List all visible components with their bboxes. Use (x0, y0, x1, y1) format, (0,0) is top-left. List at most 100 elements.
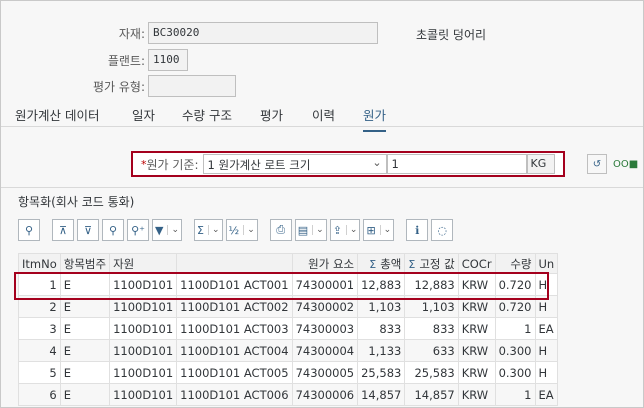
align-bottom-icon[interactable]: ⊽ (77, 219, 99, 241)
oo-link-icon[interactable]: OO■ (613, 159, 638, 170)
col-unit[interactable]: Un (534, 253, 559, 274)
table-cell[interactable]: KRW (457, 295, 496, 318)
table-cell[interactable]: E (59, 317, 111, 340)
zoom-icon[interactable]: ⚲ (18, 219, 40, 241)
table-cell[interactable]: 4 (18, 339, 61, 362)
table-cell[interactable]: 14,857 (357, 383, 406, 406)
sum-icon[interactable]: Σ ⌄ (194, 219, 223, 241)
table-cell[interactable]: 833 (404, 317, 459, 340)
table-cell[interactable]: 0.300 (494, 339, 536, 362)
tab-costing-data[interactable]: 원가계산 데이터 (15, 105, 99, 124)
table-cell[interactable]: KRW (457, 317, 496, 340)
col-item-category[interactable]: 항목범주 (59, 253, 111, 274)
table-cell[interactable]: 1100D101 (109, 295, 178, 318)
table-cell[interactable]: 2 (18, 295, 61, 318)
table-cell[interactable]: 1100D101 ACT004 (176, 339, 293, 362)
table-cell[interactable]: 0.720 (494, 295, 536, 318)
table-cell[interactable]: 25,583 (404, 361, 459, 384)
table-cell[interactable]: H (534, 339, 559, 362)
costing-lot-unit-field[interactable]: KG (526, 154, 555, 174)
table-cell[interactable]: 74300001 (291, 273, 359, 296)
col-resource-desc[interactable] (176, 253, 293, 274)
tab-history[interactable]: 이력 (312, 105, 335, 124)
col-itmno[interactable]: ItmNo (18, 253, 61, 274)
table-cell[interactable]: 5 (18, 361, 61, 384)
table-cell[interactable]: 74300005 (291, 361, 359, 384)
table-cell[interactable]: 14,857 (404, 383, 459, 406)
valuation-type-field[interactable] (148, 75, 236, 97)
table-cell[interactable]: 1 (494, 317, 536, 340)
table-cell[interactable]: KRW (457, 383, 496, 406)
table-cell[interactable]: 1100D101 ACT002 (176, 295, 293, 318)
table-row[interactable]: 3 E 1100D101 1100D101 ACT003 74300003 833 833 K… (18, 317, 559, 340)
table-cell[interactable]: 1100D101 (109, 273, 178, 296)
table-cell[interactable]: KRW (457, 273, 496, 296)
filter-icon[interactable]: ▼ ⌄ (152, 219, 183, 241)
table-cell[interactable]: H (534, 361, 559, 384)
table-cell[interactable]: 1100D101 (109, 339, 178, 362)
col-cost-element[interactable]: 원가 요소 (291, 253, 359, 274)
table-row[interactable]: 2 E 1100D101 1100D101 ACT002 74300002 1,103 1,… (18, 295, 559, 318)
table-cell[interactable]: EA (534, 383, 559, 406)
table-cell[interactable]: 1,103 (404, 295, 459, 318)
table-cell[interactable]: 833 (357, 317, 406, 340)
table-cell[interactable]: 1100D101 ACT001 (176, 273, 293, 296)
table-cell[interactable]: E (59, 295, 111, 318)
views-icon[interactable]: ▤ ⌄ (294, 219, 327, 241)
table-cell[interactable]: 1 (18, 273, 61, 296)
table-cell[interactable]: 1,133 (357, 339, 406, 362)
table-cell[interactable]: 74300003 (291, 317, 359, 340)
find-icon[interactable]: ⚲ (102, 219, 124, 241)
table-cell[interactable]: 1100D101 (109, 317, 178, 340)
tab-dates[interactable]: 일자 (132, 105, 155, 124)
table-cell[interactable]: E (59, 361, 111, 384)
graphic-icon[interactable]: ◌ (431, 219, 454, 241)
cost-base-select[interactable]: 1 원가계산 로트 크기 ⌄ (202, 154, 387, 174)
table-cell[interactable]: 1,103 (357, 295, 406, 318)
material-field[interactable]: BC30020 (148, 22, 378, 44)
table-cell[interactable]: 1100D101 ACT006 (176, 383, 293, 406)
table-cell[interactable]: 6 (18, 383, 61, 406)
col-fixed-value[interactable]: Σ 고정 값 (404, 253, 459, 274)
table-cell[interactable]: 12,883 (404, 273, 459, 296)
layout-icon[interactable]: ⊞ ⌄ (363, 219, 395, 241)
costing-lot-qty-field[interactable]: 1 (386, 154, 527, 174)
table-cell[interactable]: 1100D101 (109, 361, 178, 384)
table-cell[interactable]: 1100D101 (109, 383, 178, 406)
table-row[interactable]: 5 E 1100D101 1100D101 ACT005 74300005 25,583 2… (18, 361, 559, 384)
refresh-icon[interactable]: ↺ (587, 154, 607, 174)
col-quantity[interactable]: 수량 (494, 253, 536, 274)
table-cell[interactable]: 74300004 (291, 339, 359, 362)
align-top-icon[interactable]: ⊼ (52, 219, 74, 241)
table-row[interactable]: 6 E 1100D101 1100D101 ACT006 74300006 14,857 1… (18, 383, 559, 406)
table-cell[interactable]: 74300006 (291, 383, 359, 406)
subtotal-icon[interactable]: ½ ⌄ (225, 219, 258, 241)
table-cell[interactable]: KRW (457, 339, 496, 362)
find-next-icon[interactable]: ⚲⁺ (127, 219, 149, 241)
table-cell[interactable]: E (59, 339, 111, 362)
table-cell[interactable]: 633 (404, 339, 459, 362)
table-cell[interactable]: 0.720 (494, 273, 536, 296)
table-cell[interactable]: 1100D101 ACT003 (176, 317, 293, 340)
table-cell[interactable]: 3 (18, 317, 61, 340)
table-cell[interactable]: 74300002 (291, 295, 359, 318)
table-row[interactable]: 4 E 1100D101 1100D101 ACT004 74300004 1,133 63… (18, 339, 559, 362)
col-resource[interactable]: 자원 (109, 253, 178, 274)
tab-qty-structure[interactable]: 수량 구조 (182, 105, 232, 124)
table-cell[interactable]: 1 (494, 383, 536, 406)
table-row[interactable]: 1 E 1100D101 1100D101 ACT001 74300001 12,883 1… (18, 273, 559, 296)
tab-valuation[interactable]: 평가 (260, 105, 283, 124)
info-icon[interactable]: ℹ (406, 219, 429, 241)
table-cell[interactable]: 1100D101 ACT005 (176, 361, 293, 384)
table-cell[interactable]: 12,883 (357, 273, 406, 296)
export-icon[interactable]: ⇪ ⌄ (329, 219, 361, 241)
table-cell[interactable]: 0.300 (494, 361, 536, 384)
table-cell[interactable]: E (59, 273, 111, 296)
tab-costs[interactable]: 원가 (363, 105, 387, 132)
col-currency[interactable]: COCr (457, 253, 496, 274)
plant-field[interactable]: 1100 (148, 49, 188, 71)
table-cell[interactable]: H (534, 295, 559, 318)
print-icon[interactable]: ⎙ (269, 219, 292, 241)
table-cell[interactable]: H (534, 273, 559, 296)
table-cell[interactable]: 25,583 (357, 361, 406, 384)
